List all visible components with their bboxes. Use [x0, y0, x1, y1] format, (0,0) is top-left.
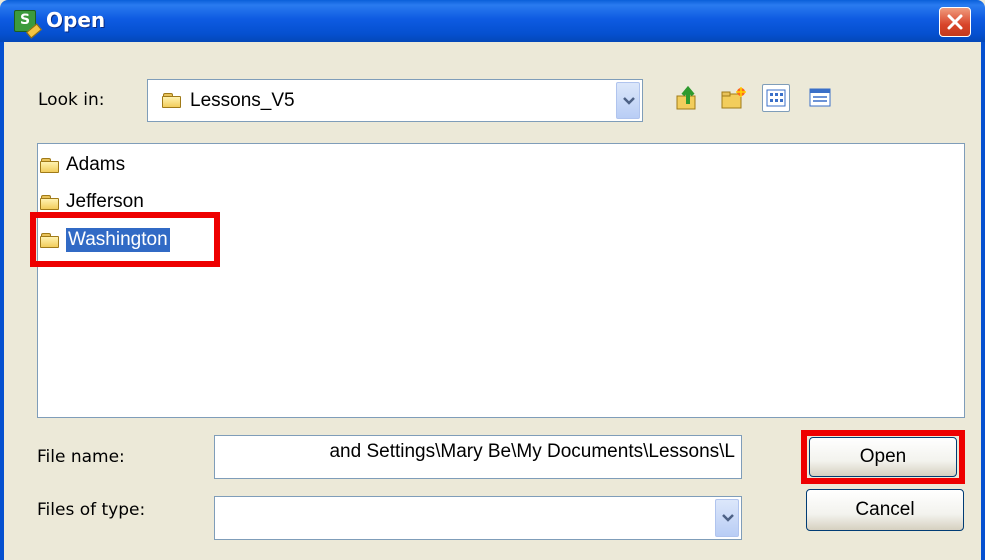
- folder-icon: [162, 93, 182, 108]
- up-folder-icon[interactable]: [674, 84, 702, 112]
- file-name-label: Jefferson: [66, 191, 144, 212]
- look-in-dropdown[interactable]: Lessons_V5: [147, 79, 643, 122]
- file-name-label: Adams: [66, 154, 126, 175]
- close-icon: [947, 14, 963, 30]
- list-view-icon[interactable]: [762, 84, 790, 112]
- folder-icon: [40, 157, 60, 173]
- chevron-down-icon[interactable]: [616, 82, 640, 119]
- title-bar[interactable]: Open: [0, 0, 985, 42]
- look-in-value: Lessons_V5: [190, 90, 295, 111]
- look-in-label: Look in:: [38, 90, 105, 110]
- details-view-icon[interactable]: [806, 84, 834, 112]
- close-button[interactable]: [939, 7, 971, 37]
- files-of-type-label: Files of type:: [37, 500, 146, 520]
- list-item-adams[interactable]: Adams: [40, 150, 125, 180]
- file-name-input[interactable]: and Settings\Mary Be\My Documents\Lesson…: [214, 435, 742, 479]
- file-name-value: and Settings\Mary Be\My Documents\Lesson…: [329, 441, 735, 462]
- highlight-box-washington: [30, 212, 220, 267]
- highlight-box-open: [801, 430, 965, 484]
- window-border-right: [981, 42, 985, 560]
- cancel-button[interactable]: Cancel: [806, 489, 964, 531]
- new-folder-icon[interactable]: [719, 84, 747, 112]
- file-list[interactable]: Adams Jefferson Washington: [37, 143, 965, 418]
- chevron-down-icon[interactable]: [715, 499, 739, 537]
- window-border-left: [0, 42, 4, 560]
- folder-icon: [40, 194, 60, 210]
- files-of-type-dropdown[interactable]: [214, 496, 742, 540]
- file-name-label: File name:: [37, 447, 125, 467]
- app-icon: [14, 10, 42, 39]
- window-title: Open: [46, 8, 106, 32]
